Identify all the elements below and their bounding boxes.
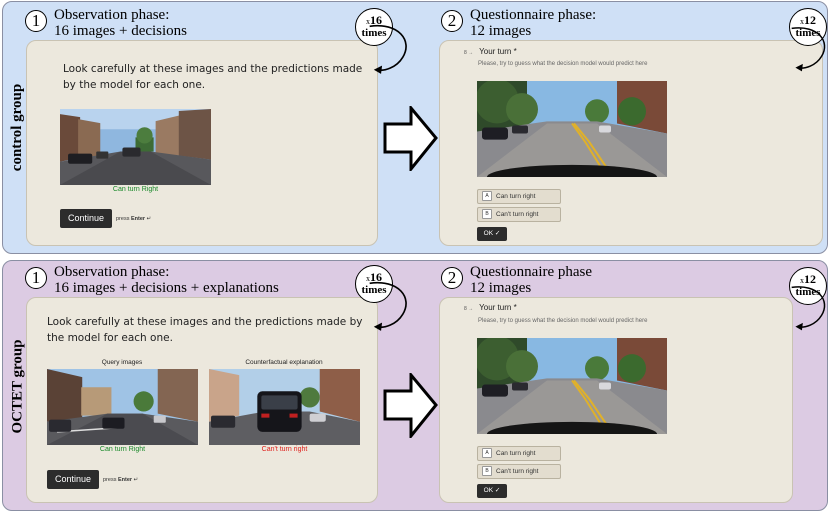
query-prediction-label: Can turn Right [99,446,146,453]
loop-arrow-icon [349,22,411,74]
question-hint: Please, try to guess what the decision m… [478,61,648,67]
question-title: 8 → Your turn * [464,47,517,56]
query-image [47,369,198,445]
phase-number-badge: 1 [25,10,47,32]
phase-title: Observation phase: 16 images + decisions… [54,264,279,296]
continue-button[interactable]: Continue [60,209,112,228]
ok-button[interactable]: OK ✓ [477,227,507,241]
octet-group-panel: OCTET group 1 Observation phase: 16 imag… [2,260,828,511]
ok-button[interactable]: OK ✓ [477,484,507,498]
query-caption: Query images [101,359,143,366]
instruction-text: Look carefully at these images and the p… [63,63,363,91]
choice-can-turn-right[interactable]: A Can turn right [477,446,561,461]
loop-arrow-icon [773,281,829,333]
phase-title: Questionnaire phase: 12 images [470,7,597,39]
questionnaire-card: 8 → Your turn * Please, try to guess what… [439,40,823,246]
observation-card: Look carefully at these images and the p… [26,297,378,503]
prediction-label: Can turn Right [112,186,159,193]
press-enter-hint: press Enter ↵ [103,477,139,483]
observation-card: Look carefully at these images and the p… [26,40,378,246]
right-arrow-icon [383,373,438,438]
continue-button[interactable]: Continue [47,470,99,489]
instruction-text: Look carefully at these images and the p… [47,316,363,344]
counterfactual-caption: Counterfactual explanation [245,359,323,366]
right-arrow-icon [383,106,438,171]
group-label: OCTET group [9,338,26,434]
question-title: 8 → Your turn * [464,303,517,312]
phase-title: Observation phase: 16 images + decisions [54,7,188,39]
loop-arrow-icon [773,22,829,74]
counterfactual-image [209,369,360,445]
phase-number-badge: 1 [25,267,47,289]
choice-cant-turn-right[interactable]: B Can't turn right [477,207,561,222]
question-hint: Please, try to guess what the decision m… [478,318,648,324]
question-image [477,81,667,177]
press-enter-hint: press Enter ↵ [116,216,152,222]
query-image [60,109,211,185]
questionnaire-card: 8 → Your turn * Please, try to guess what… [439,297,793,503]
phase-number-badge: 2 [441,10,463,32]
counterfactual-prediction-label: Can't turn right [261,446,308,453]
loop-arrow-icon [349,279,411,331]
phase-title: Questionnaire phase 12 images [470,264,593,296]
group-label: control group [9,83,26,171]
control-group-panel: control group 1 Observation phase: 16 im… [2,1,828,254]
phase-number-badge: 2 [441,267,463,289]
question-image [477,338,667,434]
choice-cant-turn-right[interactable]: B Can't turn right [477,464,561,479]
choice-can-turn-right[interactable]: A Can turn right [477,189,561,204]
